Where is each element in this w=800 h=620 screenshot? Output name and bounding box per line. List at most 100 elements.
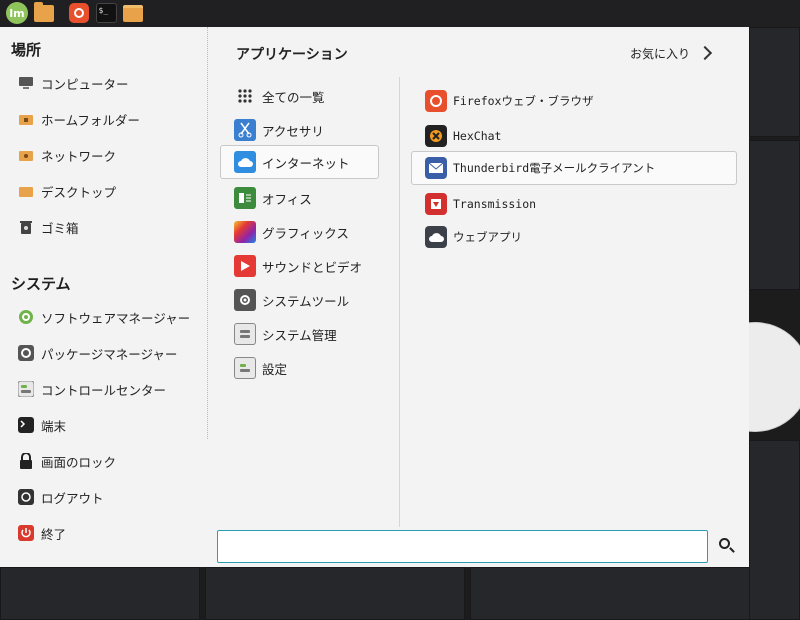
logout-icon [16,487,36,507]
app-name: Transmission [453,197,537,211]
transmission-icon [425,193,447,215]
network-folder-icon [16,145,36,165]
sidebar-item-software-manager[interactable]: ソフトウェアマネージャー [10,300,200,334]
app-webapps[interactable]: ウェブアプリ [411,220,737,254]
sidebar-item-label: 端末 [41,418,67,434]
category-office[interactable]: オフィス [220,181,379,215]
mint-menu-button[interactable]: lm [4,2,30,24]
application-menu: 場所 コンピューター ホームフォルダー ネットワーク デスクトップ ゴミ箱 シス… [0,27,749,567]
sidebar-item-network[interactable]: ネットワーク [10,138,200,172]
lock-icon [16,451,36,471]
terminal-launcher[interactable]: $_ [95,2,117,24]
sidebar-item-package-manager[interactable]: パッケージマネージャー [10,336,200,370]
hexchat-icon [425,125,447,147]
webapp-icon [425,226,447,248]
internet-icon [234,151,256,173]
sound-video-icon [234,255,256,277]
sidebar-item-label: ログアウト [41,490,104,506]
firefox-icon [69,3,89,23]
category-settings[interactable]: 設定 [220,351,379,385]
top-panel: lm $_ [0,0,800,27]
app-thunderbird[interactable]: Thunderbird 電子メールクライアント [411,151,737,185]
folder-icon [123,4,143,22]
sidebar-item-label: パッケージマネージャー [41,346,178,362]
grid-icon [234,85,256,107]
power-icon [16,523,36,543]
app-name: Thunderbird [453,161,530,175]
system-title: システム [11,275,71,293]
favorites-label: お気に入り [630,46,691,61]
app-firefox[interactable]: Firefox ウェブ・ブラウザ [411,84,737,118]
sidebar-item-lock-screen[interactable]: 画面のロック [10,444,200,478]
sidebar-item-label: 終了 [41,526,67,542]
category-label: サウンドとビデオ [262,259,363,275]
sidebar-item-label: ソフトウェアマネージャー [41,310,191,326]
sidebar-item-desktop[interactable]: デスクトップ [10,174,200,208]
sidebar-item-control-center[interactable]: コントロールセンター [10,372,200,406]
sidebar-item-label: コンピューター [41,76,129,92]
software-manager-icon [16,307,36,327]
package-manager-icon [16,343,36,363]
sidebar-item-label: ネットワーク [41,148,117,164]
sidebar-item-label: ホームフォルダー [41,112,140,128]
home-folder-icon [16,109,36,129]
computer-icon [16,73,36,93]
category-system-tools[interactable]: システムツール [220,283,379,317]
app-name: HexChat [453,129,502,143]
mint-logo-icon: lm [6,2,28,24]
control-center-icon [16,379,36,399]
category-label: システムツール [262,293,350,309]
chevron-right-icon [697,45,713,61]
app-hexchat[interactable]: HexChat [411,119,737,153]
category-label: 全ての一覧 [262,89,325,105]
category-sound-video[interactable]: サウンドとビデオ [220,249,379,283]
category-internet[interactable]: インターネット [220,145,379,179]
sidebar-item-label: 画面のロック [41,454,117,470]
system-tools-icon [234,289,256,311]
folder-icon [34,1,54,22]
category-label: 設定 [262,361,288,377]
sidebar: 場所 コンピューター ホームフォルダー ネットワーク デスクトップ ゴミ箱 シス… [0,27,207,567]
office-icon [234,187,256,209]
category-label: オフィス [262,191,312,207]
accessories-icon [234,119,256,141]
trash-icon [16,217,36,237]
terminal-icon [16,415,36,435]
category-divider [399,77,400,527]
sidebar-item-label: ゴミ箱 [41,220,79,236]
sidebar-item-terminal[interactable]: 端末 [10,408,200,442]
sidebar-item-shutdown[interactable]: 終了 [10,516,200,550]
category-label: グラフィックス [262,225,349,241]
search-input[interactable] [217,530,708,563]
graphics-icon [234,221,256,243]
firefox-launcher[interactable] [68,2,90,24]
sidebar-item-trash[interactable]: ゴミ箱 [10,210,200,244]
files-launcher[interactable] [33,1,55,24]
sidebar-item-computer[interactable]: コンピューター [10,66,200,100]
category-label: システム管理 [262,327,337,343]
app-suffix: 電子メールクライアント [529,161,656,175]
app-transmission[interactable]: Transmission [411,187,737,221]
settings-icon [234,357,256,379]
app-suffix: ウェブ・ブラウザ [501,94,594,108]
sidebar-item-logout[interactable]: ログアウト [10,480,200,514]
search-icon[interactable] [717,536,737,556]
places-title: 場所 [11,41,42,59]
thunderbird-icon [425,157,447,179]
category-label: インターネット [262,155,350,171]
administration-icon [234,323,256,345]
sidebar-item-label: デスクトップ [41,184,117,200]
app-suffix: ウェブアプリ [453,230,522,244]
home-folder-launcher[interactable] [122,2,144,24]
favorites-button[interactable]: お気に入り [630,42,713,64]
terminal-icon: $_ [95,3,117,23]
sidebar-divider [207,27,208,439]
sidebar-item-home[interactable]: ホームフォルダー [10,102,200,136]
category-administration[interactable]: システム管理 [220,317,379,351]
desktop-folder-icon [16,181,36,201]
category-graphics[interactable]: グラフィックス [220,215,379,249]
category-all[interactable]: 全ての一覧 [220,79,379,113]
category-accessories[interactable]: アクセサリ [220,113,379,147]
applications-title: アプリケーション [236,47,348,63]
app-name: Firefox [453,94,502,108]
